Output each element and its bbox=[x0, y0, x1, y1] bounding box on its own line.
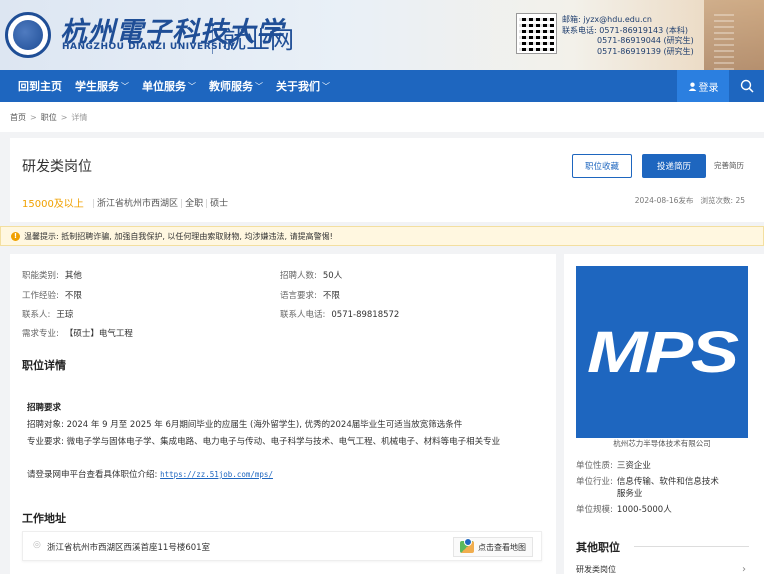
building-decoration bbox=[704, 0, 764, 70]
university-seal-icon[interactable] bbox=[5, 12, 51, 58]
other-jobs-heading: 其他职位 bbox=[576, 541, 620, 554]
job-meta: | 浙江省杭州市西湖区 | 全职 | 硕士 bbox=[92, 199, 229, 209]
nav-home[interactable]: 回到主页 bbox=[18, 78, 62, 94]
info-category: 职能类别: 其他 bbox=[22, 271, 82, 281]
breadcrumb-home[interactable]: 首页 bbox=[10, 112, 26, 123]
site-header: 杭州電子科技大学 HANGZHOU DIANZI UNIVERSITY 就业网 … bbox=[0, 0, 764, 70]
requirement-major: 专业要求: 微电子学与固体电子学、集成电路、电力电子与传动、电子科学与技术、电气… bbox=[27, 437, 501, 447]
map-icon bbox=[460, 538, 474, 553]
info-contact-phone: 联系人电话: 0571-89818572 bbox=[280, 310, 400, 320]
view-map-button[interactable]: 点击查看地图 bbox=[453, 537, 533, 557]
company-scale: 单位规模: 1000-5000人 bbox=[576, 505, 672, 515]
contact-phone-2: 0571-86919044 (研究生) bbox=[597, 36, 694, 45]
other-job-item[interactable]: 研发类岗位 › bbox=[576, 564, 748, 574]
info-experience: 工作经验: 不限 bbox=[22, 291, 82, 301]
company-logo[interactable]: MPS bbox=[576, 266, 748, 438]
job-type: 全职 bbox=[185, 199, 204, 209]
breadcrumb-current: 详情 bbox=[71, 112, 88, 122]
work-address-heading: 工作地址 bbox=[22, 512, 66, 525]
fraud-warning-banner: ! 温馨提示: 抵制招聘诈骗, 加强自我保护, 以任何理由索取财物, 均涉嫌违法… bbox=[0, 226, 764, 246]
main-nav: 回到主页 学生服务 ﹀ 单位服务 ﹀ 教师服务 ﹀ 关于我们 ﹀ bbox=[0, 70, 764, 102]
contact-phone-1: 联系电话: 0571-86919143 (本科) bbox=[562, 25, 688, 35]
post-info: 2024-08-16发布 浏览次数: 25 bbox=[635, 195, 745, 206]
info-major: 需求专业: 【硕士】电气工程 bbox=[22, 329, 133, 339]
contact-info: 邮箱: jyzx@hdu.edu.cn 联系电话: 0571-86919143 … bbox=[562, 15, 694, 57]
work-address: 浙江省杭州市西湖区西溪首座11号楼601室 bbox=[47, 543, 211, 553]
login-button[interactable]: 登录 bbox=[677, 70, 729, 102]
breadcrumb: 首页 > 职位 > 详情 bbox=[0, 102, 764, 132]
view-count: 浏览次数: 25 bbox=[700, 196, 745, 205]
job-title: 研发类岗位 bbox=[22, 159, 92, 175]
nav-employer-services[interactable]: 单位服务 ﹀ bbox=[142, 78, 196, 94]
info-contact: 联系人: 王琼 bbox=[22, 310, 74, 320]
contact-phone-3: 0571-86919139 (研究生) bbox=[597, 46, 694, 56]
chevron-down-icon: ﹀ bbox=[121, 81, 129, 91]
warning-icon: ! bbox=[11, 231, 20, 241]
job-details-panel: 职能类别: 其他 招聘人数: 50人 工作经验: 不限 语言要求: 不限 联系人: 王琼 … bbox=[10, 254, 556, 574]
requirements-heading: 招聘要求 bbox=[27, 403, 62, 413]
warning-text: 温馨提示: 抵制招聘诈骗, 加强自我保护, 以任何理由索取财物, 均涉嫌违法, … bbox=[24, 231, 333, 241]
job-salary: 15000及以上 bbox=[22, 199, 84, 210]
nav-about-us[interactable]: 关于我们 ﹀ bbox=[276, 78, 330, 94]
company-nature: 单位性质: 三资企业 bbox=[576, 461, 651, 471]
job-title-card: 研发类岗位 15000及以上 | 浙江省杭州市西湖区 | 全职 | 硕士 职位收藏 投递简… bbox=[10, 138, 764, 222]
apply-link-line: 请登录网申平台查看具体职位介绍: https://zz.51job.com/mp… bbox=[27, 470, 273, 480]
chevron-right-icon: › bbox=[742, 564, 746, 574]
company-name[interactable]: 杭州芯力半导体技术有限公司 bbox=[576, 438, 748, 449]
favorite-job-button[interactable]: 职位收藏 bbox=[572, 154, 632, 178]
apply-platform-link[interactable]: https://zz.51job.com/mps/ bbox=[160, 470, 273, 479]
job-location: 浙江省杭州市西湖区 bbox=[97, 199, 179, 209]
address-box: ◎ 浙江省杭州市西湖区西溪首座11号楼601室 点击查看地图 bbox=[22, 531, 542, 561]
university-name-en: HANGZHOU DIANZI UNIVERSITY bbox=[62, 42, 236, 52]
other-jobs-divider bbox=[634, 546, 749, 547]
site-name[interactable]: 就业网 bbox=[222, 20, 294, 55]
apply-resume-button[interactable]: 投递简历 bbox=[642, 154, 706, 178]
breadcrumb-separator: > bbox=[60, 112, 68, 122]
nav-teacher-services[interactable]: 教师服务 ﹀ bbox=[209, 78, 263, 94]
search-icon bbox=[740, 79, 754, 93]
contact-email: 邮箱: jyzx@hdu.edu.cn bbox=[562, 15, 652, 24]
chevron-down-icon: ﹀ bbox=[322, 81, 330, 91]
breadcrumb-separator: > bbox=[30, 112, 37, 122]
publish-date: 2024-08-16发布 bbox=[634, 196, 694, 205]
company-sidebar: MPS 杭州芯力半导体技术有限公司 单位性质: 三资企业 单位行业: 信息传输、软件… bbox=[564, 254, 764, 574]
chevron-down-icon: ﹀ bbox=[188, 81, 196, 91]
info-language: 语言要求: 不限 bbox=[280, 291, 340, 301]
chevron-down-icon: ﹀ bbox=[255, 81, 263, 91]
perfect-resume-link[interactable]: 完善简历 bbox=[714, 160, 744, 171]
requirement-target: 招聘对象: 2024 年 9 月至 2025 年 6月期间毕业的应届生 (海外留… bbox=[27, 420, 463, 430]
user-icon bbox=[688, 82, 696, 91]
search-button[interactable] bbox=[736, 70, 758, 102]
job-details-heading: 职位详情 bbox=[22, 359, 66, 372]
logo-divider bbox=[212, 18, 213, 54]
breadcrumb-position[interactable]: 职位 bbox=[41, 112, 57, 123]
job-degree: 硕士 bbox=[210, 199, 229, 209]
qr-code-icon bbox=[516, 13, 557, 54]
company-industry: 单位行业: 信息传输、软件和信息技术服务业 bbox=[576, 477, 719, 499]
nav-student-services[interactable]: 学生服务 ﹀ bbox=[75, 78, 129, 94]
info-headcount: 招聘人数: 50人 bbox=[280, 271, 343, 281]
location-pin-icon: ◎ bbox=[33, 540, 41, 550]
